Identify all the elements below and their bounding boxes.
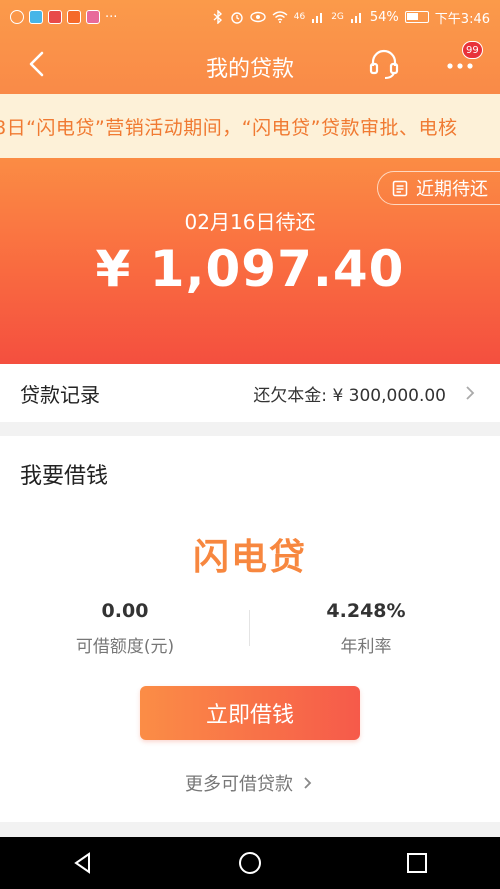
nav-recents-icon[interactable] bbox=[404, 850, 430, 876]
borrow-now-button[interactable]: 立即借钱 bbox=[140, 686, 360, 740]
product-name: 闪电贷 bbox=[192, 537, 307, 578]
credit-limit-label: 可借额度(元) bbox=[75, 637, 175, 657]
headset-icon[interactable] bbox=[366, 46, 402, 82]
message-badge: 99 bbox=[462, 41, 483, 59]
borrow-section-title: 我要借钱 bbox=[20, 464, 109, 489]
interest-rate-label: 年利率 bbox=[340, 637, 392, 657]
game-app-icon bbox=[86, 10, 100, 24]
battery-percent: 54% bbox=[369, 9, 399, 25]
nav-home-icon[interactable] bbox=[237, 850, 263, 876]
more-loans-link[interactable]: 更多可借贷款 bbox=[0, 770, 500, 796]
status-bar: ··· 46 2G 54% 下午3:46 bbox=[0, 0, 500, 34]
interest-rate-stat: 4.248% 年利率 bbox=[241, 600, 491, 657]
notice-text: 8日“闪电贷”营销活动期间，“闪电贷”贷款审批、电核 bbox=[0, 117, 458, 139]
outstanding-principal: 还欠本金: ¥ 300,000.00 bbox=[253, 385, 446, 406]
status-time: 下午3:46 bbox=[434, 11, 490, 27]
news-app-icon bbox=[48, 10, 62, 24]
signal-type-2: 2G bbox=[331, 12, 344, 22]
borrow-card: 我要借钱 闪电贷 0.00 可借额度(元) 4.248% 年利率 立即借钱 更多… bbox=[0, 436, 500, 822]
loan-record-label: 贷款记录 bbox=[20, 382, 100, 407]
more-notifications-icon: ··· bbox=[105, 9, 118, 25]
nav-back-icon[interactable] bbox=[70, 850, 96, 876]
credit-limit-stat: 0.00 可借额度(元) bbox=[0, 600, 250, 657]
due-amount: ¥ 1,097.40 bbox=[95, 240, 405, 298]
wifi-icon bbox=[272, 11, 288, 23]
app-notify-icon bbox=[29, 10, 43, 24]
repayment-hero: 近期待还 02月16日待还 ¥ 1,097.40 bbox=[0, 158, 500, 364]
signal-icon bbox=[312, 13, 323, 23]
alarm-icon bbox=[231, 12, 243, 24]
chevron-right-icon bbox=[304, 777, 312, 789]
status-notification-icons: ··· bbox=[10, 10, 117, 25]
bluetooth-icon bbox=[213, 10, 222, 24]
check-circle-icon bbox=[10, 10, 24, 24]
status-system-icons: 46 2G 54% 下午3:46 bbox=[212, 8, 490, 27]
due-date: 02月16日待还 bbox=[184, 210, 316, 234]
eye-icon bbox=[250, 11, 266, 23]
recent-repayment-button[interactable]: 近期待还 bbox=[377, 171, 500, 205]
credit-limit-value: 0.00 bbox=[101, 600, 149, 622]
battery-icon bbox=[404, 11, 429, 23]
notice-marquee[interactable]: 8日“闪电贷”营销活动期间，“闪电贷”贷款审批、电核 bbox=[0, 94, 500, 158]
more-loans-label: 更多可借贷款 bbox=[185, 774, 293, 795]
nav-bar: 我的贷款 bbox=[0, 34, 500, 94]
bill-icon bbox=[392, 180, 408, 196]
loan-record-row[interactable]: 贷款记录 还欠本金: ¥ 300,000.00 bbox=[0, 364, 500, 422]
recent-repayment-label: 近期待还 bbox=[416, 179, 488, 200]
signal-type-1: 46 bbox=[293, 12, 306, 22]
signal-icon-2 bbox=[350, 13, 361, 23]
page-title: 我的贷款 bbox=[205, 57, 294, 82]
system-navigation-bar bbox=[0, 837, 500, 889]
chevron-right-icon bbox=[466, 386, 475, 400]
interest-rate-value: 4.248% bbox=[326, 600, 406, 622]
video-app-icon bbox=[67, 10, 81, 24]
